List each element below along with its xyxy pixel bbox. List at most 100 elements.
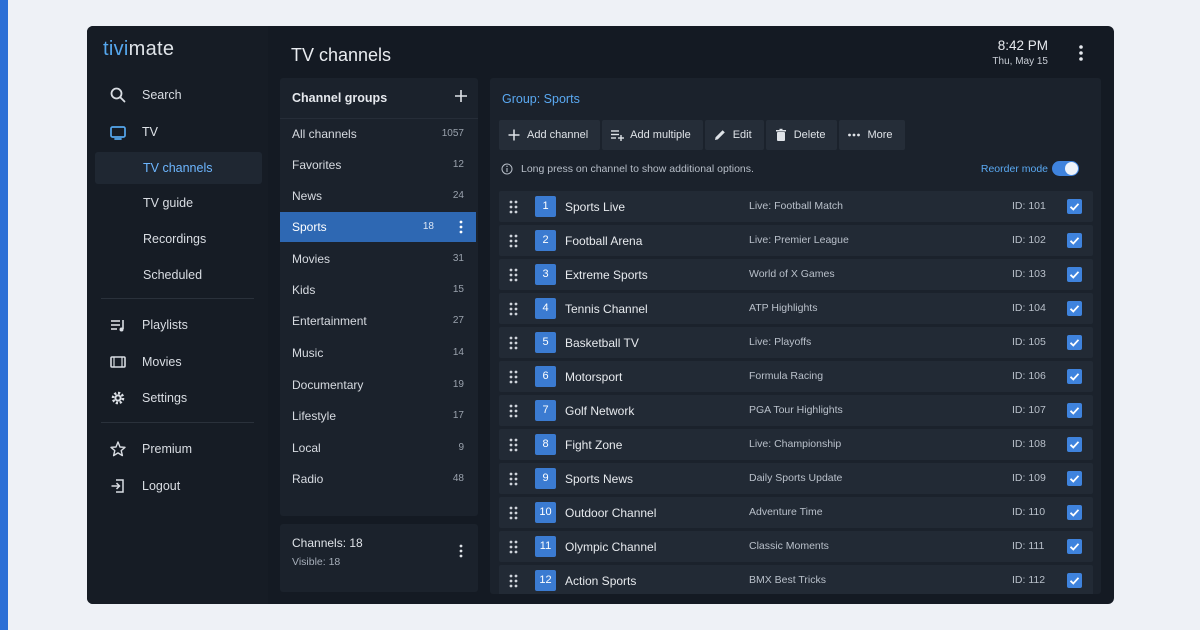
- sidebar-item-tv[interactable]: TV: [95, 116, 262, 148]
- more-vert-icon[interactable]: [1074, 44, 1088, 62]
- group-item-entertainment[interactable]: Entertainment 27: [280, 306, 476, 336]
- reorder-mode-toggle[interactable]: [1052, 161, 1079, 176]
- check-icon: [1069, 373, 1080, 381]
- channel-visible-checkbox[interactable]: [1067, 199, 1082, 214]
- channel-row[interactable]: 5 Basketball TV Live: Playoffs ID: 105: [499, 327, 1093, 358]
- channel-id: ID: 106: [1012, 370, 1046, 382]
- sidebar-divider: [101, 298, 254, 299]
- channel-visible-checkbox[interactable]: [1067, 573, 1082, 588]
- drag-handle-icon[interactable]: [509, 336, 518, 350]
- channel-program: Classic Moments: [749, 540, 829, 552]
- group-item-documentary[interactable]: Documentary 19: [280, 370, 476, 400]
- channel-id: ID: 109: [1012, 472, 1046, 484]
- more-button[interactable]: More: [839, 120, 905, 150]
- drag-handle-icon[interactable]: [509, 438, 518, 452]
- drag-handle-icon[interactable]: [509, 404, 518, 418]
- sidebar-item-label: TV channels: [143, 161, 213, 175]
- channel-number: 4: [535, 298, 556, 319]
- drag-handle-icon[interactable]: [509, 234, 518, 248]
- channel-visible-checkbox[interactable]: [1067, 335, 1082, 350]
- add-channel-button[interactable]: Add channel: [499, 120, 601, 150]
- sidebar-item-playlists[interactable]: Playlists: [95, 309, 262, 341]
- channel-id: ID: 105: [1012, 336, 1046, 348]
- sidebar-item-premium[interactable]: Premium: [95, 433, 262, 465]
- sidebar-item-movies[interactable]: Movies: [95, 346, 262, 378]
- group-item-sports[interactable]: Sports 18: [280, 212, 476, 242]
- sidebar-item-search[interactable]: Search: [95, 79, 262, 111]
- visible-count: Visible: 18: [292, 556, 341, 568]
- drag-handle-icon[interactable]: [509, 302, 518, 316]
- channel-row[interactable]: 3 Extreme Sports World of X Games ID: 103: [499, 259, 1093, 290]
- drag-handle-icon[interactable]: [509, 506, 518, 520]
- check-icon: [1069, 305, 1080, 313]
- group-name: Local: [292, 441, 321, 455]
- sidebar-item-label: Playlists: [142, 318, 188, 332]
- sidebar-item-scheduled[interactable]: Scheduled: [95, 259, 262, 291]
- group-item-music[interactable]: Music 14: [280, 338, 476, 368]
- add-multiple-button[interactable]: Add multiple: [602, 120, 703, 150]
- sidebar-item-label: Scheduled: [143, 268, 203, 282]
- group-item-all-channels[interactable]: All channels 1057: [280, 119, 476, 149]
- summary-options-icon[interactable]: [458, 544, 464, 558]
- app-window: tivimate Search TV TV channels TV guide …: [87, 26, 1114, 604]
- channel-number: 6: [535, 366, 556, 387]
- playlist-add-icon: [611, 130, 625, 141]
- drag-handle-icon[interactable]: [509, 472, 518, 486]
- channel-visible-checkbox[interactable]: [1067, 233, 1082, 248]
- logo-part-1: tivi: [103, 38, 129, 60]
- group-name: Documentary: [292, 378, 364, 392]
- channel-row[interactable]: 11 Olympic Channel Classic Moments ID: 111: [499, 531, 1093, 562]
- channel-visible-checkbox[interactable]: [1067, 267, 1082, 282]
- channel-row[interactable]: 1 Sports Live Live: Football Match ID: 101: [499, 191, 1093, 222]
- channel-visible-checkbox[interactable]: [1067, 403, 1082, 418]
- sidebar-item-settings[interactable]: Settings: [95, 382, 262, 414]
- sidebar-item-tv-channels[interactable]: TV channels: [95, 152, 262, 184]
- drag-handle-icon[interactable]: [509, 370, 518, 384]
- delete-button[interactable]: Delete: [765, 120, 838, 150]
- channel-visible-checkbox[interactable]: [1067, 437, 1082, 452]
- group-options-icon[interactable]: [458, 220, 464, 234]
- channel-visible-checkbox[interactable]: [1067, 471, 1082, 486]
- channel-row[interactable]: 4 Tennis Channel ATP Highlights ID: 104: [499, 293, 1093, 324]
- add-group-icon[interactable]: [454, 89, 468, 103]
- channel-row[interactable]: 12 Action Sports BMX Best Tricks ID: 112: [499, 565, 1093, 594]
- toggle-knob: [1065, 162, 1078, 175]
- group-item-news[interactable]: News 24: [280, 181, 476, 211]
- edit-button[interactable]: Edit: [704, 120, 764, 150]
- group-name: News: [292, 189, 323, 203]
- channel-name: Action Sports: [565, 574, 637, 588]
- group-name: Entertainment: [292, 314, 367, 328]
- channel-row[interactable]: 10 Outdoor Channel Adventure Time ID: 110: [499, 497, 1093, 528]
- channel-program: Formula Racing: [749, 370, 824, 382]
- sidebar-item-tv-guide[interactable]: TV guide: [95, 187, 262, 219]
- drag-handle-icon[interactable]: [509, 574, 518, 588]
- channel-row[interactable]: 7 Golf Network PGA Tour Highlights ID: 107: [499, 395, 1093, 426]
- check-icon: [1069, 339, 1080, 347]
- group-item-movies[interactable]: Movies 31: [280, 244, 476, 274]
- group-item-lifestyle[interactable]: Lifestyle 17: [280, 401, 476, 431]
- channel-visible-checkbox[interactable]: [1067, 539, 1082, 554]
- drag-handle-icon[interactable]: [509, 540, 518, 554]
- sidebar-item-recordings[interactable]: Recordings: [95, 223, 262, 255]
- channel-visible-checkbox[interactable]: [1067, 369, 1082, 384]
- channel-row[interactable]: 9 Sports News Daily Sports Update ID: 109: [499, 463, 1093, 494]
- group-item-radio[interactable]: Radio 48: [280, 464, 476, 494]
- channel-row[interactable]: 8 Fight Zone Live: Championship ID: 108: [499, 429, 1093, 460]
- channel-name: Motorsport: [565, 370, 623, 384]
- channel-row[interactable]: 2 Football Arena Live: Premier League ID: 1…: [499, 225, 1093, 256]
- group-item-local[interactable]: Local 9: [280, 433, 476, 463]
- drag-handle-icon[interactable]: [509, 268, 518, 282]
- drag-handle-icon[interactable]: [509, 200, 518, 214]
- sidebar-item-label: Movies: [142, 355, 182, 369]
- group-item-favorites[interactable]: Favorites 12: [280, 150, 476, 180]
- sidebar-item-label: TV guide: [143, 196, 194, 210]
- sidebar-item-logout[interactable]: Logout: [95, 470, 262, 502]
- channel-number: 10: [535, 502, 556, 523]
- channel-visible-checkbox[interactable]: [1067, 301, 1082, 316]
- channel-row[interactable]: 6 Motorsport Formula Racing ID: 106: [499, 361, 1093, 392]
- group-item-kids[interactable]: Kids 15: [280, 275, 476, 305]
- channel-id: ID: 104: [1012, 302, 1046, 314]
- clock-time: 8:42 PM: [997, 38, 1048, 53]
- channel-visible-checkbox[interactable]: [1067, 505, 1082, 520]
- channel-number: 12: [535, 570, 556, 591]
